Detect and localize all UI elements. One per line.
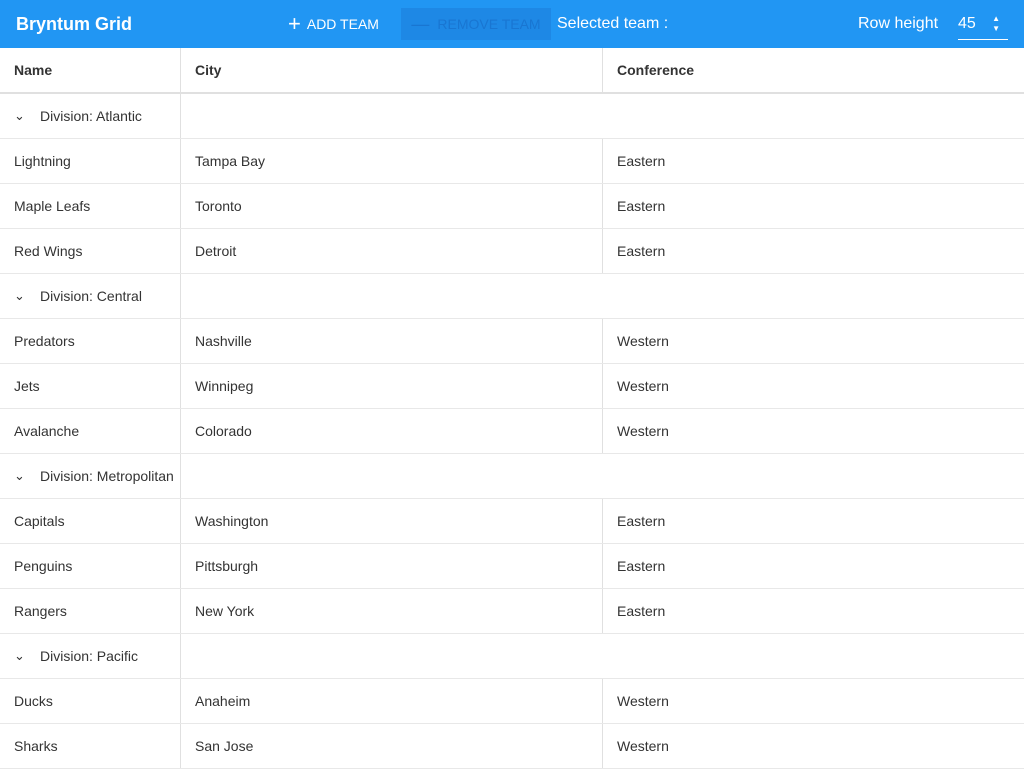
group-row[interactable]: ⌄ Division: Metropolitan xyxy=(0,454,1024,499)
row-height-input[interactable]: 45 ▲ ▼ xyxy=(958,8,1008,40)
city-cell: Pittsburgh xyxy=(181,544,603,588)
row-height-value: 45 xyxy=(958,14,976,32)
group-empty xyxy=(603,634,1024,678)
city-cell: Winnipeg xyxy=(181,364,603,408)
minus-icon: — xyxy=(411,13,430,34)
conference-cell: Western xyxy=(617,738,669,754)
table-row[interactable]: Jets Winnipeg Western xyxy=(0,364,1024,409)
name-cell: Capitals xyxy=(0,499,181,543)
table-row[interactable]: Penguins Pittsburgh Eastern xyxy=(0,544,1024,589)
group-empty xyxy=(181,634,603,678)
group-row[interactable]: ⌄ Division: Atlantic xyxy=(0,94,1024,139)
name-cell: Red Wings xyxy=(0,229,181,273)
city-cell: Washington xyxy=(181,499,603,543)
name-cell: Rangers xyxy=(0,589,181,633)
conference-cell: Eastern xyxy=(617,153,666,169)
plus-icon: + xyxy=(288,11,301,36)
grid-body: ⌄ Division: Atlantic Lightning Tampa Bay Eas… xyxy=(0,94,1024,769)
toolbar: Bryntum Grid + Add Team — Remove Team Sele… xyxy=(0,0,1024,48)
group-row[interactable]: ⌄ Division: Central xyxy=(0,274,1024,319)
grid-header: Name City Conference xyxy=(0,48,1024,94)
table-row[interactable]: Sharks San Jose Western xyxy=(0,724,1024,769)
column-header-city[interactable]: City xyxy=(181,48,603,92)
chevron-down-icon[interactable]: ⌄ xyxy=(14,108,28,124)
name-cell: Jets xyxy=(0,364,181,408)
table-row[interactable]: Predators Nashville Western xyxy=(0,319,1024,364)
group-label: Division: Central xyxy=(40,288,142,304)
name-cell: Lightning xyxy=(0,139,181,183)
conference-cell: Eastern xyxy=(617,603,666,619)
conference-cell: Western xyxy=(617,423,669,439)
add-team-label: Add Team xyxy=(306,16,379,32)
name-cell: Penguins xyxy=(0,544,181,588)
column-header-name[interactable]: Name xyxy=(0,48,181,92)
conference-cell: Eastern xyxy=(617,558,666,574)
table-row[interactable]: Lightning Tampa Bay Eastern xyxy=(0,139,1024,184)
selected-team-label: Selected team : xyxy=(557,15,669,32)
group-empty xyxy=(181,94,603,138)
conference-cell: Western xyxy=(617,333,669,349)
table-row[interactable]: Ducks Anaheim Western xyxy=(0,679,1024,724)
app-title: Bryntum Grid xyxy=(16,13,133,34)
table-row[interactable]: Maple Leafs Toronto Eastern xyxy=(0,184,1024,229)
group-empty xyxy=(181,454,603,498)
remove-team-button[interactable]: — Remove Team xyxy=(401,8,551,40)
chevron-down-icon[interactable]: ⌄ xyxy=(14,468,28,484)
group-cell: ⌄ Division: Atlantic xyxy=(0,94,181,138)
conference-cell: Eastern xyxy=(617,198,666,214)
table-row[interactable]: Red Wings Detroit Eastern xyxy=(0,229,1024,274)
name-cell: Maple Leafs xyxy=(0,184,181,228)
conference-cell: Eastern xyxy=(617,513,666,529)
conference-cell: Western xyxy=(617,693,669,709)
table-row[interactable]: Avalanche Colorado Western xyxy=(0,409,1024,454)
city-cell: Tampa Bay xyxy=(181,139,603,183)
group-cell: ⌄ Division: Central xyxy=(0,274,181,318)
city-cell: Anaheim xyxy=(181,679,603,723)
group-cell: ⌄ Division: Pacific xyxy=(0,634,181,678)
group-empty xyxy=(603,454,1024,498)
group-empty xyxy=(603,94,1024,138)
name-cell: Ducks xyxy=(0,679,181,723)
row-height-label: Row height xyxy=(858,15,939,32)
chevron-down-icon[interactable]: ⌄ xyxy=(14,648,28,664)
name-cell: Predators xyxy=(0,319,181,363)
table-row[interactable]: Capitals Washington Eastern xyxy=(0,499,1024,544)
conference-cell: Eastern xyxy=(617,243,666,259)
group-empty xyxy=(181,274,603,318)
name-cell: Avalanche xyxy=(0,409,181,453)
group-empty xyxy=(603,274,1024,318)
city-cell: New York xyxy=(181,589,603,633)
name-cell: Sharks xyxy=(0,724,181,768)
group-label: Division: Metropolitan xyxy=(40,468,174,484)
spinner-icon[interactable]: ▲ ▼ xyxy=(992,14,1000,34)
group-label: Division: Atlantic xyxy=(40,108,142,124)
chevron-down-icon[interactable]: ⌄ xyxy=(14,288,28,304)
group-cell: ⌄ Division: Metropolitan xyxy=(0,454,181,498)
city-cell: Toronto xyxy=(181,184,603,228)
city-cell: Nashville xyxy=(181,319,603,363)
group-row[interactable]: ⌄ Division: Pacific xyxy=(0,634,1024,679)
column-header-conference[interactable]: Conference xyxy=(603,48,1024,92)
city-cell: Detroit xyxy=(181,229,603,273)
city-cell: San Jose xyxy=(181,724,603,768)
add-team-button[interactable]: + Add Team xyxy=(288,8,379,40)
group-label: Division: Pacific xyxy=(40,648,139,664)
city-cell: Colorado xyxy=(181,409,603,453)
table-row[interactable]: Rangers New York Eastern xyxy=(0,589,1024,634)
remove-team-label: Remove Team xyxy=(437,16,541,32)
conference-cell: Western xyxy=(617,378,669,394)
